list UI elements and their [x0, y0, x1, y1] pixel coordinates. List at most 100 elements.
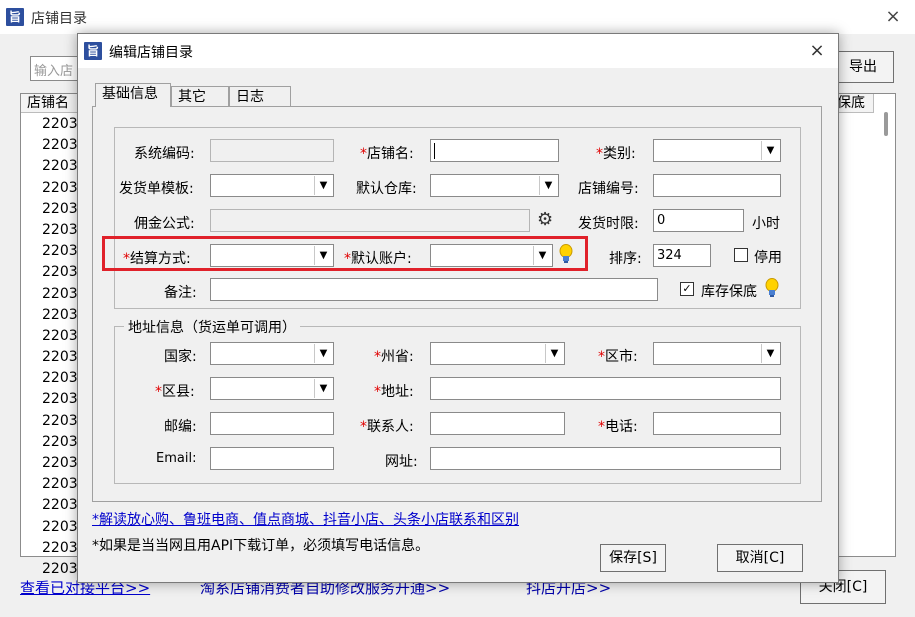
- dangdang-phone-note: *如果是当当网且用API下载订单，必须填写电话信息。: [92, 538, 430, 554]
- table-row[interactable]: 22033: [42, 178, 79, 199]
- ship-limit-input[interactable]: 0: [653, 209, 744, 232]
- ship-limit-unit: 小时: [752, 216, 780, 232]
- table-row[interactable]: 22033: [42, 453, 79, 474]
- table-row[interactable]: 22033: [42, 284, 79, 305]
- table-row[interactable]: 22033: [42, 432, 79, 453]
- contact-input[interactable]: [430, 412, 565, 435]
- table-row[interactable]: 22033: [42, 347, 79, 368]
- cancel-button[interactable]: 取消[C]: [717, 544, 803, 572]
- tab-log[interactable]: 日志: [229, 86, 291, 108]
- city-select[interactable]: ▼: [653, 342, 781, 365]
- ship-template-select[interactable]: ▼: [210, 174, 334, 197]
- table-row[interactable]: 22033: [42, 114, 79, 135]
- address-label: *地址:: [374, 384, 414, 400]
- county-select[interactable]: ▼: [210, 377, 334, 400]
- disable-checkbox[interactable]: [734, 248, 748, 262]
- parent-close-icon[interactable]: ×: [880, 4, 906, 30]
- email-input[interactable]: [210, 447, 334, 470]
- chevron-down-icon[interactable]: ▼: [539, 176, 557, 195]
- table-row[interactable]: 22033: [42, 538, 79, 559]
- chevron-down-icon[interactable]: ▼: [314, 246, 332, 265]
- column-header-shop-name[interactable]: 店铺名: [21, 94, 79, 113]
- default-warehouse-label: 默认仓库:: [356, 181, 417, 197]
- table-row[interactable]: 22033: [42, 305, 79, 326]
- app-logo-icon: 旨: [6, 8, 24, 26]
- table-row[interactable]: 22033: [42, 135, 79, 156]
- shop-no-label: 店铺编号:: [578, 181, 639, 197]
- table-row[interactable]: 22033: [42, 495, 79, 516]
- postcode-input[interactable]: [210, 412, 334, 435]
- table-row[interactable]: 22033: [42, 156, 79, 177]
- gear-icon[interactable]: ⚙: [537, 211, 555, 229]
- lightbulb-icon[interactable]: [765, 278, 779, 298]
- tab-panel-border: [92, 106, 822, 107]
- province-select[interactable]: ▼: [430, 342, 565, 365]
- system-code-label: 系统编码:: [134, 146, 195, 162]
- sort-input[interactable]: 324: [653, 244, 711, 267]
- table-row[interactable]: 22033: [42, 262, 79, 283]
- shop-name-label: *店铺名:: [360, 146, 414, 162]
- ship-template-label: 发货单模板:: [119, 181, 194, 197]
- default-warehouse-select[interactable]: ▼: [430, 174, 559, 197]
- stock-baodi-label: 库存保底: [701, 284, 757, 300]
- table-row[interactable]: 22033: [42, 326, 79, 347]
- save-button[interactable]: 保存[S]: [600, 544, 666, 572]
- parent-titlebar: [0, 0, 915, 34]
- shop-name-input[interactable]: [430, 139, 559, 162]
- settlement-select[interactable]: ▼: [210, 244, 334, 267]
- default-account-label: *默认账户:: [344, 251, 412, 267]
- category-label: *类别:: [596, 146, 636, 162]
- default-account-select[interactable]: ▼: [430, 244, 553, 267]
- postcode-label: 邮编:: [164, 419, 197, 435]
- table-row[interactable]: 22033: [42, 199, 79, 220]
- remark-input[interactable]: [210, 278, 658, 301]
- email-label: Email:: [156, 451, 197, 466]
- sort-label: 排序:: [609, 251, 642, 267]
- platform-explanation-link[interactable]: *解读放心购、鲁班电商、值点商城、抖音小店、头条小店联系和区别: [92, 509, 519, 529]
- remark-label: 备注:: [164, 285, 197, 301]
- shop-no-input[interactable]: [653, 174, 781, 197]
- table-row[interactable]: 22033: [42, 389, 79, 410]
- dialog-logo-icon: 旨: [84, 42, 102, 60]
- chevron-down-icon[interactable]: ▼: [533, 246, 551, 265]
- phone-input[interactable]: [653, 412, 781, 435]
- ship-limit-label: 发货时限:: [578, 216, 639, 232]
- parent-window-title: 店铺目录: [31, 11, 87, 27]
- category-select[interactable]: ▼: [653, 139, 781, 162]
- shop-search-input[interactable]: 输入店: [30, 56, 80, 81]
- chevron-down-icon[interactable]: ▼: [314, 344, 332, 363]
- province-label: *州省:: [374, 349, 414, 365]
- text-caret: [434, 143, 435, 159]
- county-label: *区县:: [155, 384, 195, 400]
- stock-baodi-checkbox[interactable]: ✓: [680, 282, 694, 296]
- shop-row-list: 2203322033220332203322033220332203322033…: [42, 114, 82, 580]
- dialog-title: 编辑店铺目录: [109, 45, 193, 61]
- chevron-down-icon[interactable]: ▼: [314, 379, 332, 398]
- system-code-field: [210, 139, 334, 162]
- chevron-down-icon[interactable]: ▼: [545, 344, 563, 363]
- country-label: 国家:: [164, 349, 197, 365]
- lightbulb-icon[interactable]: [559, 244, 573, 264]
- chevron-down-icon[interactable]: ▼: [314, 176, 332, 195]
- table-scrollbar[interactable]: [876, 94, 895, 556]
- website-input[interactable]: [430, 447, 781, 470]
- dialog-close-icon[interactable]: ×: [804, 38, 830, 64]
- disable-label: 停用: [754, 250, 782, 266]
- commission-field: [210, 209, 530, 232]
- tab-other[interactable]: 其它: [171, 86, 229, 108]
- table-row[interactable]: 22033: [42, 517, 79, 538]
- chevron-down-icon[interactable]: ▼: [761, 344, 779, 363]
- country-select[interactable]: ▼: [210, 342, 334, 365]
- tab-basic-info[interactable]: 基础信息: [95, 83, 171, 107]
- table-scrollbar-thumb[interactable]: [884, 112, 888, 136]
- chevron-down-icon[interactable]: ▼: [761, 141, 779, 160]
- table-row[interactable]: 22033: [42, 411, 79, 432]
- table-row[interactable]: 22033: [42, 474, 79, 495]
- commission-label: 佣金公式:: [134, 216, 195, 232]
- export-button[interactable]: 导出: [832, 51, 894, 83]
- table-row[interactable]: 22033: [42, 241, 79, 262]
- website-label: 网址:: [385, 454, 418, 470]
- address-input[interactable]: [430, 377, 781, 400]
- table-row[interactable]: 22033: [42, 220, 79, 241]
- table-row[interactable]: 22033: [42, 368, 79, 389]
